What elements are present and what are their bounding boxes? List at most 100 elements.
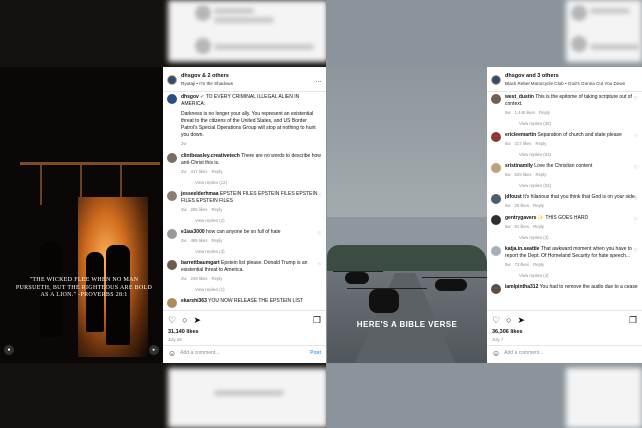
like-comment-icon[interactable]: ♡ xyxy=(318,231,322,238)
reply-button[interactable]: Reply xyxy=(535,141,546,146)
add-comment-input[interactable]: Add a comment... xyxy=(180,350,219,357)
avatar[interactable] xyxy=(491,132,501,142)
comment-likes[interactable]: 249 likes xyxy=(191,276,208,281)
like-comment-icon[interactable]: ♡ xyxy=(318,193,322,200)
view-replies-button[interactable]: View replies (4) xyxy=(519,272,638,279)
post-media-left[interactable]: "THE WICKED FLEE WHEN NO MAN PURSUETH, B… xyxy=(0,67,163,363)
like-comment-icon[interactable]: ♡ xyxy=(634,96,638,103)
comment-icon[interactable]: ○ xyxy=(506,315,511,324)
reply-button[interactable]: Reply xyxy=(533,203,544,208)
save-icon[interactable]: ❐ xyxy=(629,315,637,324)
comment-username[interactable]: west_dustin xyxy=(505,94,534,100)
media-overlay-text: HERE'S A BIBLE VERSE xyxy=(356,320,458,329)
like-comment-icon[interactable]: ♡ xyxy=(634,248,638,255)
avatar[interactable] xyxy=(491,163,501,173)
divider xyxy=(487,91,642,92)
post-comment-button[interactable]: Post xyxy=(310,350,321,357)
add-comment-input[interactable]: Add a comment... xyxy=(504,350,543,357)
reply-button[interactable]: Reply xyxy=(211,169,222,174)
blurred-avatar xyxy=(571,36,587,52)
likes-count[interactable]: 31,140 likes xyxy=(168,329,199,336)
caption-username[interactable]: dhsgov xyxy=(181,94,199,100)
header-collab[interactable]: & 2 others xyxy=(202,73,229,79)
avatar[interactable] xyxy=(167,229,177,239)
like-icon[interactable]: ♡ xyxy=(492,315,500,324)
avatar[interactable] xyxy=(491,194,501,204)
avatar[interactable] xyxy=(491,75,501,85)
post-media-right[interactable]: HERE'S A BIBLE VERSE xyxy=(327,67,487,363)
avatar[interactable] xyxy=(491,246,501,256)
avatar[interactable] xyxy=(167,153,177,163)
like-comment-icon[interactable]: ♡ xyxy=(318,155,322,162)
reply-button[interactable]: Reply xyxy=(211,207,222,212)
comment-username[interactable]: clintbeasley.creativetech xyxy=(181,153,240,159)
comment-username[interactable]: ekarshi363 xyxy=(181,298,207,304)
view-replies-button[interactable]: View replies (2) xyxy=(195,217,322,224)
comment-username[interactable]: jdfoust xyxy=(505,194,522,200)
avatar[interactable] xyxy=(167,75,177,85)
user-tag-icon[interactable]: ● xyxy=(4,345,14,355)
like-comment-icon[interactable]: ♡ xyxy=(634,165,638,172)
like-comment-icon[interactable]: ♡ xyxy=(634,134,638,141)
avatar[interactable] xyxy=(167,298,177,308)
avatar[interactable] xyxy=(167,260,177,270)
audio-subtitle[interactable]: Black Rebel Motorcycle Club • God's Gonn… xyxy=(505,80,625,87)
comment-username[interactable]: iamlpintha312 xyxy=(505,284,538,290)
comment-likes[interactable]: 295 likes xyxy=(191,207,208,212)
save-icon[interactable]: ❐ xyxy=(313,315,321,324)
avatar[interactable] xyxy=(167,94,177,104)
more-options-icon[interactable]: … xyxy=(315,77,322,84)
view-replies-button[interactable]: View replies (38) xyxy=(519,120,638,127)
comment-username[interactable]: jesseelderhmaa xyxy=(181,191,219,197)
comment-likes[interactable]: 91 likes xyxy=(515,224,530,229)
like-comment-icon[interactable]: ♡ xyxy=(634,196,638,203)
comment-text: Love the Christian content xyxy=(534,163,593,169)
like-icon[interactable]: ♡ xyxy=(168,315,176,324)
avatar[interactable] xyxy=(491,94,501,104)
share-icon[interactable]: ➤ xyxy=(518,315,526,324)
view-replies-button[interactable]: View replies (1) xyxy=(195,286,322,293)
comment-icon[interactable]: ○ xyxy=(182,315,187,324)
like-comment-icon[interactable]: ♡ xyxy=(634,217,638,224)
avatar[interactable] xyxy=(491,215,501,225)
reply-button[interactable]: Reply xyxy=(533,224,544,229)
view-replies-button[interactable]: View replies (53) xyxy=(519,182,638,189)
header-username[interactable]: dhsgov xyxy=(181,73,201,79)
audio-subtitle[interactable]: Ryutaji • I'm the Shadows xyxy=(181,80,233,87)
avatar[interactable] xyxy=(491,284,501,294)
comment-likes[interactable]: 498 likes xyxy=(191,238,208,243)
reply-button[interactable]: Reply xyxy=(211,276,222,281)
view-replies-button[interactable]: View replies (12) xyxy=(195,179,322,186)
comment-likes[interactable]: 29 likes xyxy=(515,203,530,208)
view-replies-button[interactable]: View replies (83) xyxy=(519,151,638,158)
comment-username[interactable]: sristinamlly xyxy=(505,163,533,169)
comment-likes[interactable]: 1,445 likes xyxy=(515,110,536,115)
likes-count[interactable]: 36,306 likes xyxy=(492,329,523,336)
comment-username[interactable]: katja.in.seattle xyxy=(505,246,539,252)
reply-button[interactable]: Reply xyxy=(533,262,544,267)
caption-body: Darkness is no longer your ally. You rep… xyxy=(181,111,316,138)
comment-username[interactable]: ericleemartin xyxy=(505,132,536,138)
mute-icon[interactable]: ▸ xyxy=(149,345,159,355)
comment-likes[interactable]: 417 likes xyxy=(191,169,208,174)
reply-button[interactable]: Reply xyxy=(539,110,550,115)
comment-username[interactable]: e1ias3000 xyxy=(181,229,205,235)
view-replies-button[interactable]: View replies (3) xyxy=(519,234,638,241)
share-icon[interactable]: ➤ xyxy=(194,315,202,324)
view-replies-button[interactable]: View replies (3) xyxy=(195,248,322,255)
comment-text: YOU NOW RELEASE THE EPSTEIN LIST xyxy=(208,298,304,304)
comment-username[interactable]: barrettbaumgart xyxy=(181,260,220,266)
header-username[interactable]: dhsgov xyxy=(505,73,525,79)
like-comment-icon[interactable]: ♡ xyxy=(318,262,322,269)
emoji-icon[interactable]: ☺ xyxy=(168,349,176,357)
reply-button[interactable]: Reply xyxy=(211,238,222,243)
instagram-post-left: "THE WICKED FLEE WHEN NO MAN PURSUETH, B… xyxy=(0,67,326,363)
emoji-icon[interactable]: ☺ xyxy=(492,349,500,357)
comment-likes[interactable]: 317 likes xyxy=(515,141,532,146)
comment-likes[interactable]: 629 likes xyxy=(515,172,532,177)
reply-button[interactable]: Reply xyxy=(535,172,546,177)
header-collab[interactable]: and 3 others xyxy=(526,73,559,79)
avatar[interactable] xyxy=(167,191,177,201)
comment-likes[interactable]: 73 likes xyxy=(515,262,530,267)
comment-username[interactable]: gentrygavers xyxy=(505,215,536,221)
